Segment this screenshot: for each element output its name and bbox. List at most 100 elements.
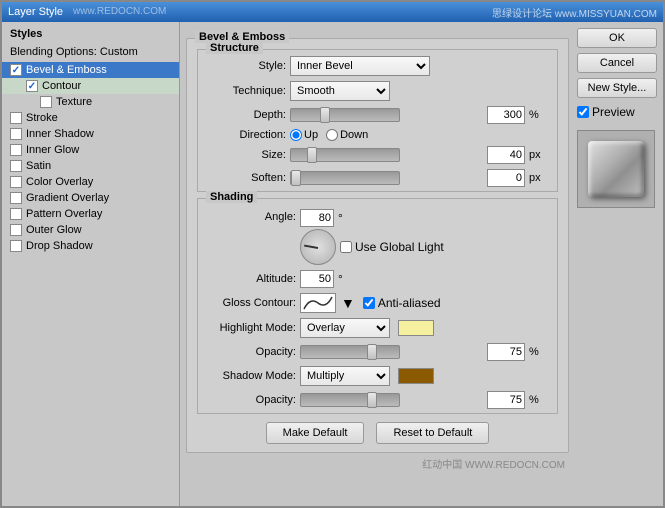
- outer-glow-label: Outer Glow: [26, 224, 82, 236]
- anti-aliased-checkbox[interactable]: [363, 297, 375, 309]
- shading-box: Shading Angle: °: [197, 198, 558, 414]
- sidebar-item-inner-glow[interactable]: Inner Glow: [2, 142, 179, 158]
- angle-input[interactable]: [300, 209, 334, 227]
- angle-unit: °: [338, 211, 343, 225]
- sidebar-item-contour[interactable]: Contour: [2, 78, 179, 94]
- gloss-contour-row: Gloss Contour: ▼ Anti-aliased: [206, 293, 549, 313]
- preview-checkbox[interactable]: [577, 106, 589, 118]
- highlight-mode-row: Highlight Mode: Overlay Normal Multiply …: [206, 318, 549, 338]
- contour-dropdown-icon[interactable]: ▼: [341, 295, 355, 311]
- sidebar-item-stroke[interactable]: Stroke: [2, 110, 179, 126]
- pattern-overlay-label: Pattern Overlay: [26, 208, 102, 220]
- texture-label: Texture: [56, 96, 92, 108]
- shadow-opacity-label: Opacity:: [206, 394, 296, 406]
- angle-indicator: [304, 245, 318, 249]
- size-row: Size: px: [206, 146, 549, 164]
- shadow-mode-row: Shadow Mode: Multiply Normal Screen Over…: [206, 366, 549, 386]
- pattern-overlay-checkbox[interactable]: [10, 208, 22, 220]
- highlight-opacity-unit: %: [529, 346, 549, 358]
- highlight-color-swatch[interactable]: [398, 320, 434, 336]
- shadow-opacity-row: Opacity: %: [206, 391, 549, 409]
- altitude-row: Altitude: °: [206, 270, 549, 288]
- contour-checkbox[interactable]: [26, 80, 38, 92]
- highlight-mode-select[interactable]: Overlay Normal Multiply Screen: [300, 318, 390, 338]
- sidebar-item-drop-shadow[interactable]: Drop Shadow: [2, 238, 179, 254]
- color-overlay-checkbox[interactable]: [10, 176, 22, 188]
- size-slider[interactable]: [290, 148, 400, 162]
- depth-row: Depth: %: [206, 106, 549, 124]
- angle-row: Angle: °: [206, 209, 549, 265]
- depth-input[interactable]: [487, 106, 525, 124]
- preview-inner: [588, 141, 644, 197]
- style-select[interactable]: Inner Bevel Outer Bevel Emboss Pillow Em…: [290, 56, 430, 76]
- sidebar-item-gradient-overlay[interactable]: Gradient Overlay: [2, 190, 179, 206]
- direction-down-radio[interactable]: [326, 129, 338, 141]
- anti-aliased-label: Anti-aliased: [378, 296, 441, 310]
- angle-circle[interactable]: [300, 229, 336, 265]
- structure-title: Structure: [206, 42, 263, 54]
- sidebar-item-texture[interactable]: Texture: [2, 94, 179, 110]
- direction-row: Direction: Up Down: [206, 129, 549, 141]
- technique-select[interactable]: Smooth Chisel Hard Chisel Soft: [290, 81, 390, 101]
- ok-button[interactable]: OK: [577, 28, 657, 48]
- sidebar-item-outer-glow[interactable]: Outer Glow: [2, 222, 179, 238]
- bottom-buttons: Make Default Reset to Default: [197, 422, 558, 444]
- shadow-opacity-slider[interactable]: [300, 393, 400, 407]
- technique-row: Technique: Smooth Chisel Hard Chisel Sof…: [206, 81, 549, 101]
- sidebar-item-satin[interactable]: Satin: [2, 158, 179, 174]
- direction-radio-group: Up Down: [290, 129, 368, 141]
- right-buttons-panel: OK Cancel New Style... Preview: [573, 22, 663, 506]
- drop-shadow-checkbox[interactable]: [10, 240, 22, 252]
- bevel-emboss-label: Bevel & Emboss: [26, 64, 107, 76]
- styles-header: Styles: [2, 26, 179, 44]
- global-light-label: Use Global Light: [355, 240, 444, 254]
- footer-watermark: 红动中国 WWW.REDOCN.COM: [186, 456, 569, 471]
- structure-box: Structure Style: Inner Bevel Outer Bevel…: [197, 49, 558, 192]
- depth-label: Depth:: [206, 109, 286, 121]
- size-input[interactable]: [487, 146, 525, 164]
- altitude-input[interactable]: [300, 270, 334, 288]
- outer-glow-checkbox[interactable]: [10, 224, 22, 236]
- depth-slider[interactable]: [290, 108, 400, 122]
- shadow-opacity-input[interactable]: [487, 391, 525, 409]
- layer-style-window: Layer Style www.REDOCN.COM 思绿设计论坛 www.MI…: [0, 0, 665, 508]
- gradient-overlay-checkbox[interactable]: [10, 192, 22, 204]
- inner-glow-checkbox[interactable]: [10, 144, 22, 156]
- highlight-opacity-slider[interactable]: [300, 345, 400, 359]
- stroke-checkbox[interactable]: [10, 112, 22, 124]
- window-title: Layer Style: [8, 6, 63, 18]
- cancel-button[interactable]: Cancel: [577, 53, 657, 73]
- altitude-unit: °: [338, 272, 343, 286]
- new-style-button[interactable]: New Style...: [577, 78, 657, 98]
- soften-label: Soften:: [206, 172, 286, 184]
- texture-checkbox[interactable]: [40, 96, 52, 108]
- stroke-label: Stroke: [26, 112, 58, 124]
- global-light-checkbox[interactable]: [340, 241, 352, 253]
- direction-up-radio[interactable]: [290, 129, 302, 141]
- contour-label: Contour: [42, 80, 81, 92]
- sidebar-item-bevel-emboss[interactable]: Bevel & Emboss: [2, 62, 179, 78]
- shadow-color-swatch[interactable]: [398, 368, 434, 384]
- sidebar-item-pattern-overlay[interactable]: Pattern Overlay: [2, 206, 179, 222]
- bevel-emboss-section: Bevel & Emboss Structure Style: Inner Be…: [186, 38, 569, 453]
- full-right-area: Bevel & Emboss Structure Style: Inner Be…: [180, 22, 663, 506]
- style-row: Style: Inner Bevel Outer Bevel Emboss Pi…: [206, 56, 549, 76]
- soften-input[interactable]: [487, 169, 525, 187]
- make-default-button[interactable]: Make Default: [266, 422, 365, 444]
- bevel-emboss-checkbox[interactable]: [10, 64, 22, 76]
- satin-checkbox[interactable]: [10, 160, 22, 172]
- reset-to-default-button[interactable]: Reset to Default: [376, 422, 489, 444]
- inner-shadow-label: Inner Shadow: [26, 128, 94, 140]
- shadow-mode-label: Shadow Mode:: [206, 370, 296, 382]
- altitude-label: Altitude:: [206, 273, 296, 285]
- sidebar-item-inner-shadow[interactable]: Inner Shadow: [2, 126, 179, 142]
- size-label: Size:: [206, 149, 286, 161]
- shadow-mode-select[interactable]: Multiply Normal Screen Overlay: [300, 366, 390, 386]
- inner-shadow-checkbox[interactable]: [10, 128, 22, 140]
- sidebar-item-color-overlay[interactable]: Color Overlay: [2, 174, 179, 190]
- soften-slider[interactable]: [290, 171, 400, 185]
- highlight-opacity-input[interactable]: [487, 343, 525, 361]
- contour-preview[interactable]: [300, 293, 336, 313]
- shading-title: Shading: [206, 191, 257, 203]
- gloss-contour-label: Gloss Contour:: [206, 297, 296, 309]
